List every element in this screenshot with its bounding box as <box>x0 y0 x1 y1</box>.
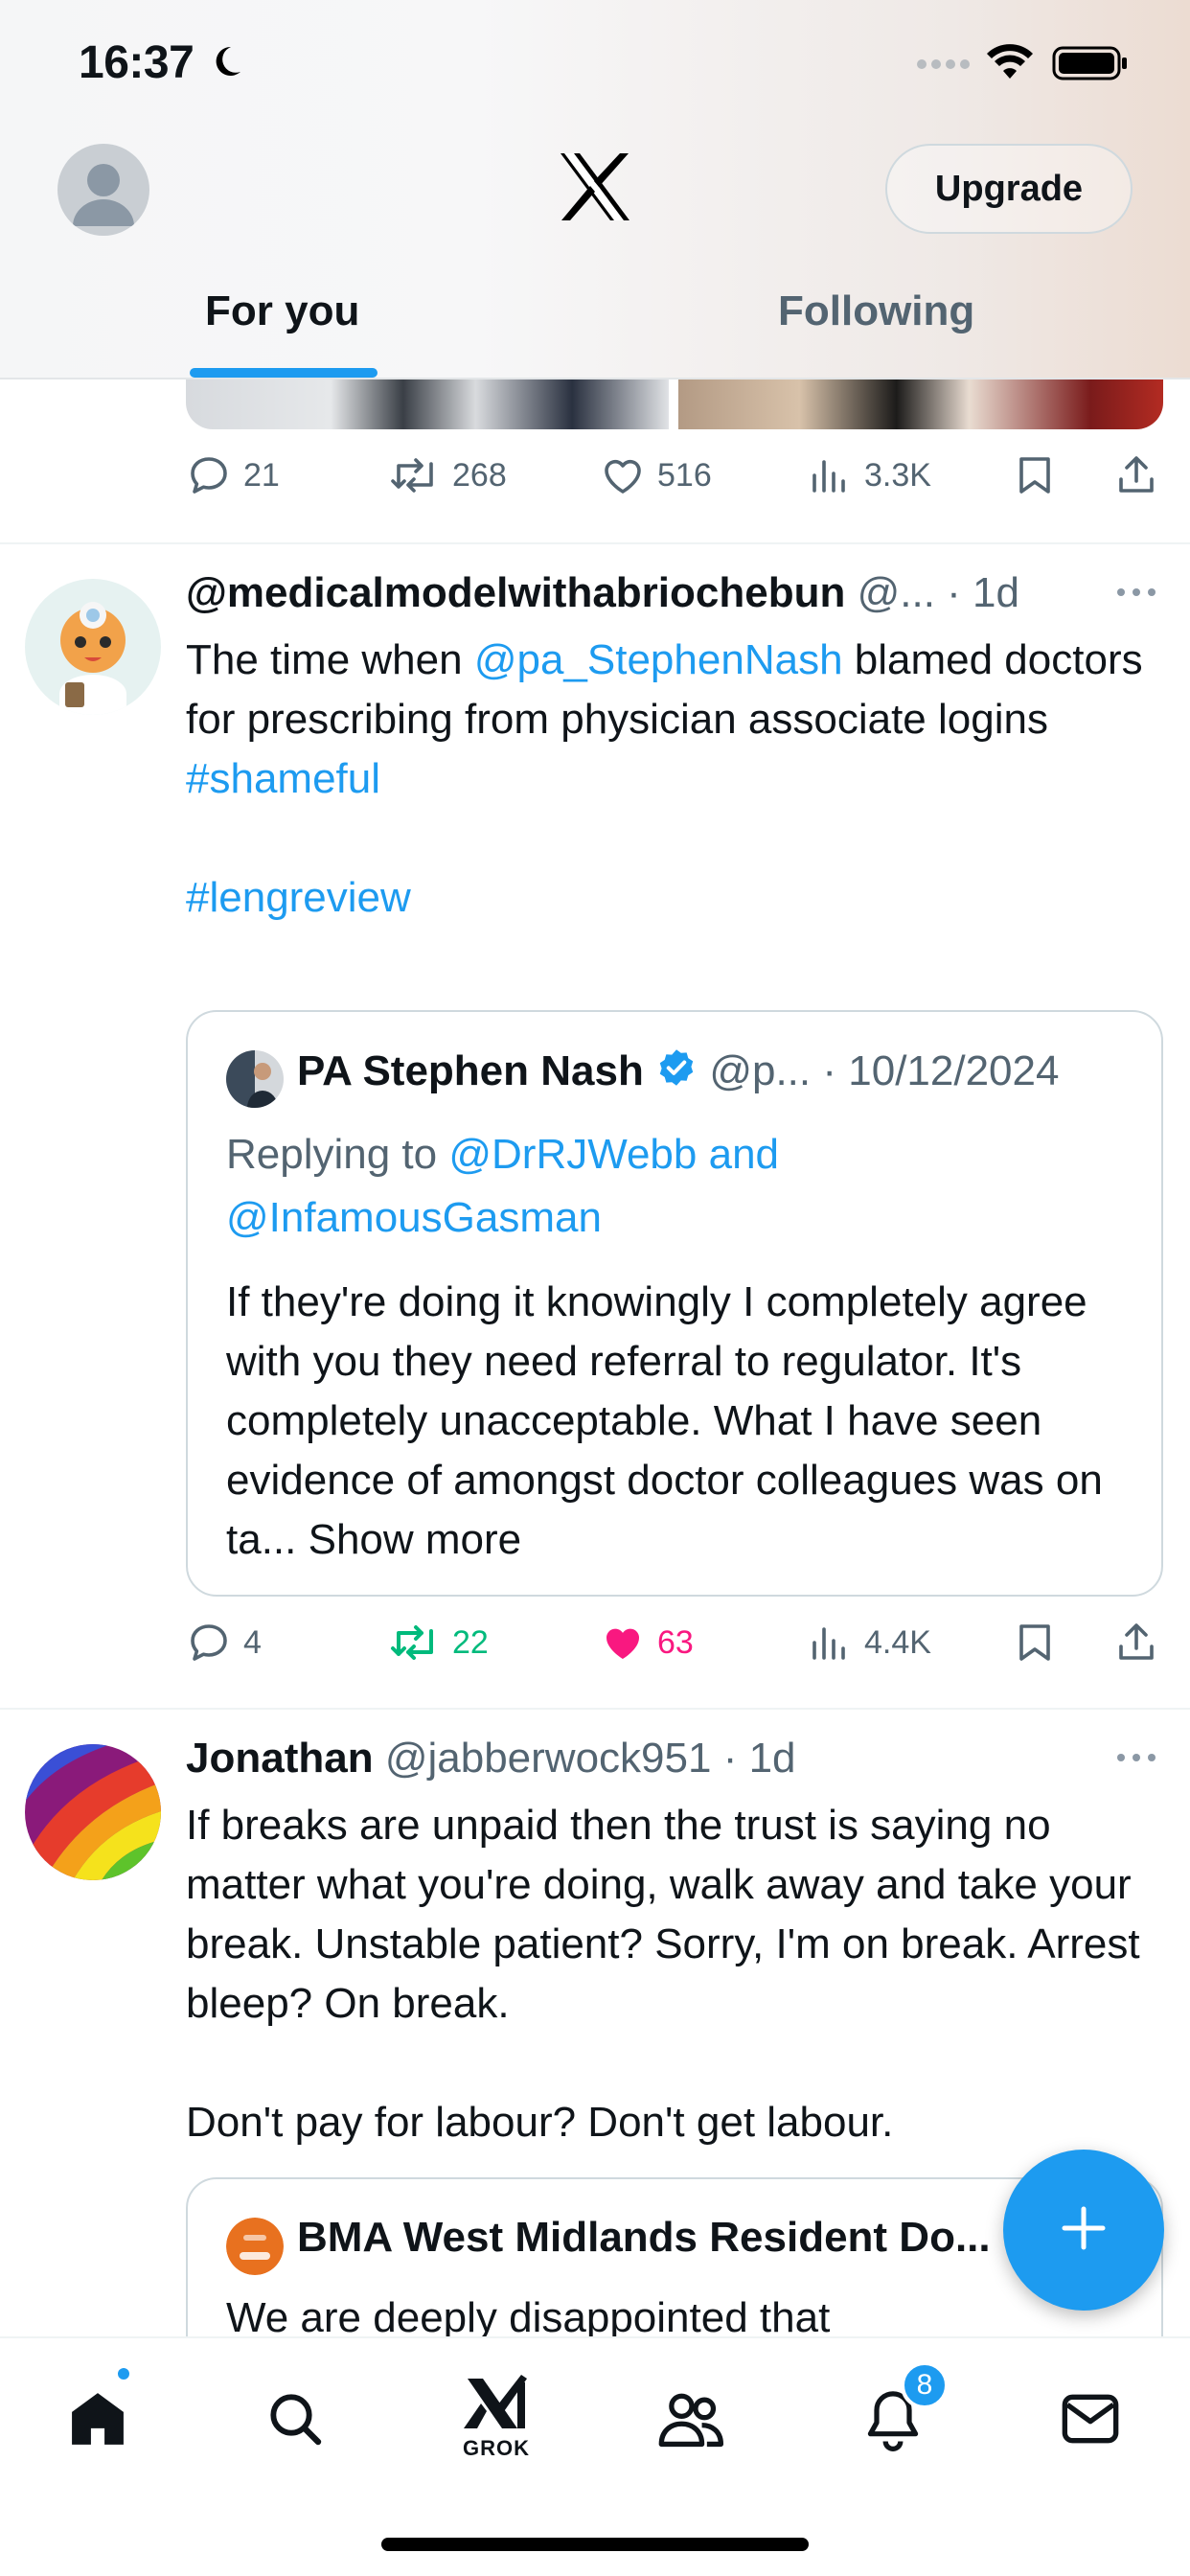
replying-prefix: Replying to <box>226 1131 449 1178</box>
repost-button[interactable]: 268 <box>389 452 507 498</box>
quote-post-time: 10/12/2024 <box>848 1047 1060 1094</box>
quote-author-name: PA Stephen Nash <box>297 1047 644 1094</box>
post-header: @medicalmodelwithabriochebun @... · 1d <box>186 569 1019 617</box>
author-name[interactable]: @medicalmodelwithabriochebun <box>186 569 845 616</box>
post-text-paragraph: Don't pay for labour? Don't get labour. <box>186 2099 894 2146</box>
reply-button[interactable]: 4 <box>186 1620 262 1666</box>
compose-icon <box>1057 2201 1110 2260</box>
quote-author-avatar <box>226 2218 284 2275</box>
search-icon <box>264 2388 326 2454</box>
tab-for-you[interactable]: For you <box>205 288 359 335</box>
like-button[interactable]: 516 <box>600 452 712 498</box>
nav-home[interactable] <box>50 2373 146 2469</box>
nav-communities[interactable] <box>644 2373 740 2469</box>
reply-count: 21 <box>243 456 280 494</box>
views-button[interactable]: 4.4K <box>807 1620 931 1666</box>
notifications-badge: 8 <box>901 2361 949 2409</box>
show-more-link[interactable]: Show more <box>309 1516 522 1563</box>
quote-author-name: BMA West Midlands Resident Do... <box>297 2214 991 2261</box>
post-actions: 21 268 516 3.3K <box>186 452 1154 510</box>
x-logo-icon[interactable] <box>557 151 633 227</box>
more-icon[interactable] <box>1115 583 1157 607</box>
views-count: 4.4K <box>864 1623 931 1661</box>
quote-header: BMA West Midlands Resident Do... <box>297 2214 991 2262</box>
more-icon[interactable] <box>1115 1748 1157 1772</box>
post-actions: 4 22 63 4.4K <box>186 1620 1154 1677</box>
timeline-feed[interactable]: 21 268 516 3.3K @medicalmodelwithabrioch… <box>0 380 1190 2336</box>
post-time[interactable]: 1d <box>749 1735 796 1782</box>
replying-to: Replying to @DrRJWebb and @InfamousGasma… <box>226 1123 1127 1250</box>
repost-count: 22 <box>452 1623 489 1661</box>
like-count: 516 <box>657 456 712 494</box>
nav-search[interactable] <box>247 2373 343 2469</box>
meta-separator: · <box>822 1047 837 1094</box>
author-avatar[interactable] <box>25 579 161 715</box>
author-handle[interactable]: @jabberwock951 <box>385 1735 712 1782</box>
home-indicator <box>381 2538 809 2551</box>
views-count: 3.3K <box>864 456 931 494</box>
post-text: The time when @pa_StephenNash blamed doc… <box>186 631 1154 928</box>
home-unread-dot <box>115 2365 132 2382</box>
meta-separator: · <box>722 1735 738 1782</box>
views-button[interactable]: 3.3K <box>807 452 931 498</box>
quote-author-avatar <box>226 1050 284 1108</box>
reply-count: 4 <box>243 1623 262 1661</box>
quote-header: PA Stephen Nash @p... · 10/12/2024 <box>297 1046 1059 1099</box>
reply-button[interactable]: 21 <box>186 452 280 498</box>
share-icon[interactable] <box>1113 1620 1159 1666</box>
media-image[interactable] <box>678 380 1163 429</box>
profile-avatar[interactable] <box>57 144 149 236</box>
meta-separator: · <box>947 569 961 616</box>
upgrade-button[interactable]: Upgrade <box>885 144 1133 234</box>
post-time[interactable]: 1d <box>973 569 1019 616</box>
quote-author-handle: @p... <box>709 1047 812 1094</box>
communities-icon <box>656 2388 727 2454</box>
nav-messages[interactable] <box>1042 2373 1138 2469</box>
quote-text: If they're doing it knowingly I complete… <box>226 1273 1136 1570</box>
quoted-post[interactable]: PA Stephen Nash @p... · 10/12/2024 Reply… <box>186 1010 1163 1597</box>
quote-text: We are deeply disappointed that <box>226 2294 831 2336</box>
hashtag-link[interactable]: #lengreview <box>186 874 411 921</box>
media-image[interactable] <box>186 380 669 429</box>
hashtag-link[interactable]: #shameful <box>186 755 380 802</box>
previous-post-media[interactable] <box>186 380 1163 429</box>
author-handle[interactable]: @... <box>858 569 935 616</box>
battery-icon <box>1052 46 1129 85</box>
mention-link[interactable]: @pa_StephenNash <box>474 636 843 683</box>
bookmark-icon[interactable] <box>1012 452 1058 498</box>
status-bar: 16:37 <box>0 0 1190 129</box>
status-time: 16:37 <box>79 37 195 88</box>
bookmark-icon[interactable] <box>1012 1620 1058 1666</box>
wifi-icon <box>985 42 1035 85</box>
home-icon <box>65 2386 130 2456</box>
verified-icon <box>655 1046 698 1099</box>
moon-icon <box>207 42 245 85</box>
like-count: 63 <box>657 1623 694 1661</box>
repost-count: 268 <box>452 456 507 494</box>
post-text: If breaks are unpaid then the trust is s… <box>186 1796 1154 2152</box>
like-button[interactable]: 63 <box>600 1620 694 1666</box>
post-header: Jonathan @jabberwock951 · 1d <box>186 1735 796 1782</box>
post-text-segment: The time when <box>186 636 474 683</box>
post-divider <box>0 1708 1190 1710</box>
author-name[interactable]: Jonathan <box>186 1735 374 1782</box>
compose-button[interactable] <box>1003 2150 1164 2311</box>
grok-icon <box>460 2371 533 2441</box>
share-icon[interactable] <box>1113 452 1159 498</box>
tab-following[interactable]: Following <box>778 288 974 335</box>
post-divider <box>0 542 1190 544</box>
grok-label: GROK <box>463 2436 530 2460</box>
author-avatar[interactable] <box>25 1744 161 1880</box>
post-text-paragraph: If breaks are unpaid then the trust is s… <box>186 1802 1140 2027</box>
tab-active-indicator <box>190 368 378 378</box>
repost-button[interactable]: 22 <box>389 1620 489 1666</box>
messages-icon <box>1060 2392 1121 2450</box>
signal-icon <box>916 58 972 75</box>
